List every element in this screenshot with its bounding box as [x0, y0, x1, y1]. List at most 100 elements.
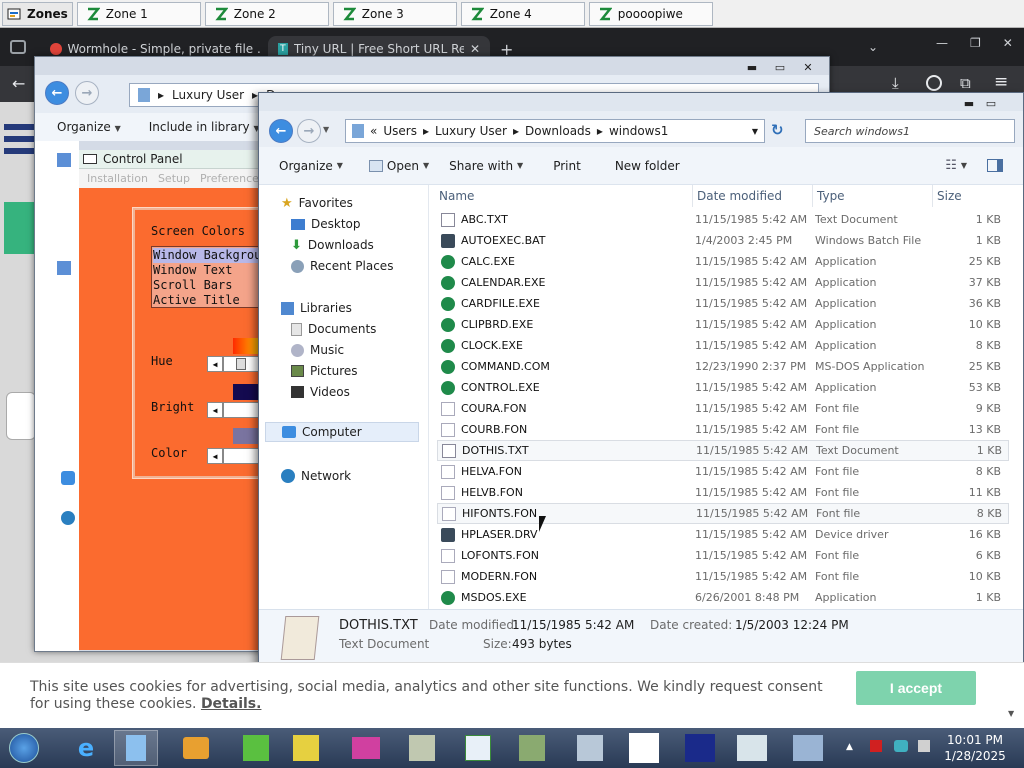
share-with-button[interactable]: Share with ▼ [439, 153, 533, 179]
taskbar-app-1[interactable] [234, 730, 278, 766]
tab-search-icon[interactable] [10, 40, 26, 54]
profile-icon[interactable] [926, 75, 942, 91]
nav-documents[interactable]: Documents [291, 319, 376, 339]
color-slider[interactable]: ◀ [207, 448, 258, 464]
color-item-selected[interactable]: Window Background [153, 248, 258, 263]
nav-libraries[interactable]: Libraries [281, 298, 352, 318]
nav-computer[interactable]: Computer [265, 422, 419, 442]
slider-left-arrow-icon[interactable]: ◀ [207, 356, 223, 372]
taskbar-app-5[interactable] [456, 730, 500, 766]
search-input[interactable]: Search windows1 [805, 119, 1015, 143]
nav-music[interactable]: Music [291, 340, 344, 360]
refresh-icon[interactable]: ↻ [771, 121, 784, 139]
file-row[interactable]: HELVA.FON 11/15/1985 5:42 AM Font file 8 KB [437, 461, 1009, 482]
file-row[interactable]: CALENDAR.EXE 11/15/1985 5:42 AM Applicatio… [437, 272, 1009, 293]
breadcrumb-item-windows1[interactable]: windows1 [609, 124, 668, 138]
zone-tab-4[interactable]: Zone 4 [460, 1, 585, 26]
file-row[interactable]: CONTROL.EXE 11/15/1985 5:42 AM Application… [437, 377, 1009, 398]
close-icon[interactable]: ✕ [1003, 36, 1013, 50]
taskbar-app-6[interactable] [510, 730, 554, 766]
taskbar-app-2[interactable] [284, 730, 328, 766]
hue-slider[interactable]: ◀ [207, 356, 258, 372]
close-tab-icon[interactable]: ✕ [470, 42, 480, 56]
color-item[interactable]: Window Text [153, 263, 258, 278]
file-row[interactable]: LOFONTS.FON 11/15/1985 5:42 AM Font file 6 … [437, 545, 1009, 566]
slider-thumb[interactable] [236, 358, 246, 370]
organize-button[interactable]: Organize ▼ [269, 153, 353, 179]
bright-slider[interactable]: ◀ [207, 402, 258, 418]
nav-videos[interactable]: Videos [291, 382, 350, 402]
nav-favorites[interactable]: ★ Favorites [281, 193, 353, 213]
network-tray-icon[interactable] [894, 740, 908, 752]
volume-icon[interactable] [918, 740, 930, 752]
nav-network[interactable]: Network [281, 466, 351, 486]
file-row[interactable]: AUTOEXEC.BAT 1/4/2003 2:45 PM Windows Batc… [437, 230, 1009, 251]
color-item-list[interactable]: Window Background Window Text Scroll Bar… [151, 246, 258, 308]
forward-button[interactable]: → [297, 119, 321, 143]
taskbar-app-8[interactable] [622, 730, 666, 766]
menu-preferences[interactable]: Preferences [200, 172, 258, 185]
taskbar-app-4[interactable] [400, 730, 444, 766]
preview-pane-button[interactable] [977, 153, 1013, 179]
close-icon[interactable]: ✕ [795, 59, 821, 75]
taskbar-app-3[interactable] [344, 730, 388, 766]
recent-pages-chevron-icon[interactable]: ▼ [323, 125, 329, 134]
nav-recent-places[interactable]: Recent Places [291, 256, 393, 276]
column-header-type[interactable]: Type [813, 185, 933, 207]
download-icon[interactable]: ⤓ [892, 74, 899, 92]
back-button[interactable]: ← [45, 81, 69, 105]
accept-cookies-button[interactable]: I accept [856, 671, 976, 705]
address-bar[interactable]: « Users ▸ Luxury User ▸ Downloads ▸ wind… [345, 119, 765, 143]
back-button[interactable]: ← [269, 119, 293, 143]
site-menu-icon[interactable] [4, 124, 34, 160]
minimize-icon[interactable]: — [936, 36, 948, 50]
breadcrumb-item-luxury-user[interactable]: Luxury User [435, 124, 507, 138]
cookie-details-link[interactable]: Details. [201, 696, 262, 712]
file-row[interactable]: CALC.EXE 11/15/1985 5:42 AM Application 25 … [437, 251, 1009, 272]
file-row[interactable]: CARDFILE.EXE 11/15/1985 5:42 AM Applicatio… [437, 293, 1009, 314]
taskbar-media[interactable] [174, 730, 218, 766]
zones-app-button[interactable]: Zones [2, 1, 73, 26]
file-row[interactable]: MODERN.FON 11/15/1985 5:42 AM Font file 10 … [437, 566, 1009, 587]
explorer-titlebar[interactable]: ▬ ▭ [259, 93, 1023, 111]
control-panel-titlebar[interactable]: Control Panel [79, 150, 258, 169]
extensions-icon[interactable]: ⧉ [960, 74, 971, 92]
print-button[interactable]: Print [543, 153, 591, 179]
taskbar-app-11[interactable] [786, 730, 830, 766]
file-row[interactable]: CLOCK.EXE 11/15/1985 5:42 AM Application 8 … [437, 335, 1009, 356]
maximize-icon[interactable]: ▭ [981, 95, 1001, 111]
maximize-icon[interactable]: ▭ [767, 59, 793, 75]
taskbar-ie[interactable]: e [64, 730, 108, 766]
slider-left-arrow-icon[interactable]: ◀ [207, 402, 223, 418]
file-row[interactable]: HIFONTS.FON 11/15/1985 5:42 AM Font file 8 … [437, 503, 1009, 524]
tray-overflow-icon[interactable]: ▲ [846, 742, 853, 752]
minimize-icon[interactable]: ▬ [739, 59, 765, 75]
menu-setup[interactable]: Setup [158, 172, 190, 185]
taskbar-explorer[interactable] [114, 730, 158, 766]
minimize-icon[interactable]: ▬ [959, 95, 979, 111]
file-row[interactable]: CLIPBRD.EXE 11/15/1985 5:42 AM Application… [437, 314, 1009, 335]
menu-installation[interactable]: Installation [87, 172, 148, 185]
slider-track[interactable] [223, 356, 258, 372]
file-row[interactable]: ABC.TXT 11/15/1985 5:42 AM Text Document 1 … [437, 209, 1009, 230]
include-in-library-button[interactable]: Include in library ▼ [149, 120, 260, 134]
restore-icon[interactable]: ❐ [970, 36, 981, 50]
address-dropdown-icon[interactable]: ▼ [752, 127, 758, 136]
file-row[interactable]: COMMAND.COM 12/23/1990 2:37 PM MS-DOS Appl… [437, 356, 1009, 377]
file-row[interactable]: MSDOS.EXE 6/26/2001 8:48 PM Application 1 K… [437, 587, 1009, 608]
nav-downloads[interactable]: ⬇ Downloads [291, 235, 374, 255]
browser-back-icon[interactable]: ← [12, 74, 25, 93]
color-item[interactable]: Scroll Bars [153, 278, 258, 293]
slider-track[interactable] [223, 402, 258, 418]
zone-tab-3[interactable]: Zone 3 [332, 1, 457, 26]
color-item[interactable]: Active Title [153, 293, 258, 307]
taskbar-app-9[interactable] [678, 730, 722, 766]
nav-pictures[interactable]: Pictures [291, 361, 358, 381]
explorer-window[interactable]: ▬ ▭ ← → ▼ « Users ▸ Luxury User ▸ Downlo… [258, 92, 1024, 666]
organize-button[interactable]: Organize ▼ [57, 120, 121, 134]
scroll-down-icon[interactable]: ▼ [1008, 709, 1014, 718]
tab-list-chevron-icon[interactable]: ⌄ [868, 40, 878, 54]
breadcrumb-item-users[interactable]: Users [383, 124, 417, 138]
column-header-size[interactable]: Size [933, 185, 1013, 207]
zone-tab-1[interactable]: Zone 1 [76, 1, 201, 26]
